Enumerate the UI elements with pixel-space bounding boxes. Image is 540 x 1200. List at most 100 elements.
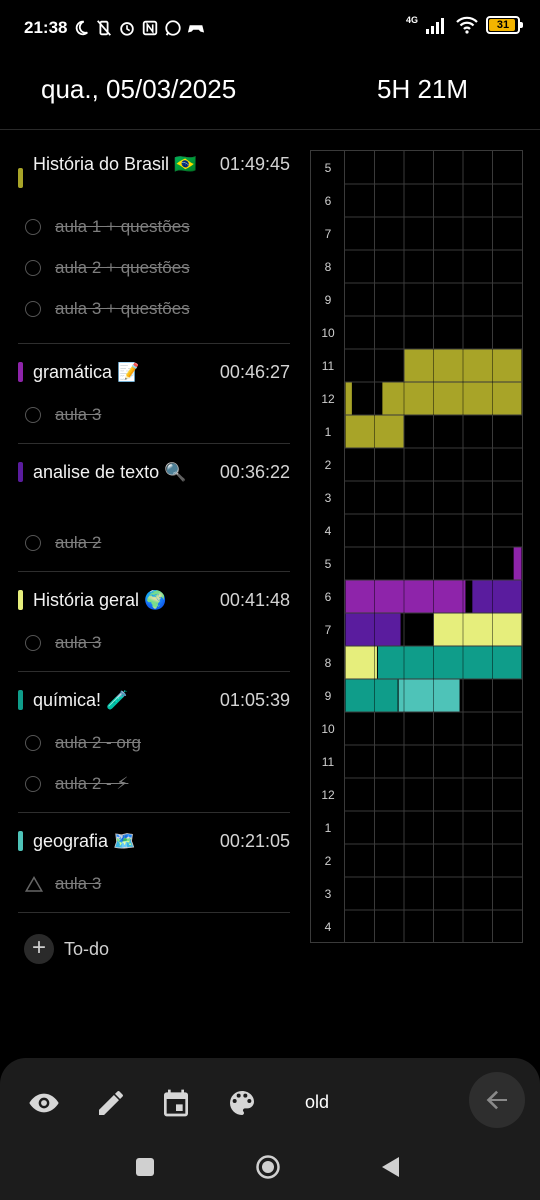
battery-icon: 31 bbox=[486, 16, 523, 34]
study-block[interactable] bbox=[345, 580, 466, 613]
hour-label: 5 bbox=[324, 161, 332, 175]
checkbox-circle-icon[interactable] bbox=[25, 534, 41, 551]
pencil-icon[interactable] bbox=[95, 1087, 127, 1119]
task-item[interactable]: aula 3 bbox=[18, 394, 290, 435]
plus-icon: + bbox=[24, 934, 54, 964]
hour-label: 1 bbox=[324, 821, 332, 835]
checkbox-circle-icon[interactable] bbox=[25, 634, 41, 651]
checkbox-circle-icon[interactable] bbox=[25, 218, 41, 235]
todo-label: To-do bbox=[64, 938, 110, 959]
hour-label: 11 bbox=[321, 359, 335, 373]
subject-geografia[interactable]: geografia 🗺️ 00:21:05 aula 3 bbox=[18, 813, 290, 913]
subject-color-bar bbox=[18, 462, 23, 482]
subject-historia-do-brasil[interactable]: História do Brasil 🇧🇷 01:49:45 aula 1 + … bbox=[18, 150, 290, 344]
mute-vibrate-icon bbox=[97, 20, 111, 36]
subject-name: química! 🧪 bbox=[33, 690, 129, 710]
hour-label: 8 bbox=[324, 260, 332, 274]
subject-name: geografia 🗺️ bbox=[33, 831, 136, 851]
subject-historia-geral[interactable]: História geral 🌍 00:41:48 aula 3 bbox=[18, 572, 290, 672]
study-block[interactable] bbox=[345, 382, 352, 415]
study-block[interactable] bbox=[398, 679, 460, 712]
hour-label: 9 bbox=[324, 293, 332, 307]
date-title[interactable]: qua., 05/03/2025 bbox=[41, 74, 236, 105]
eye-icon[interactable] bbox=[28, 1087, 60, 1119]
network-type: 4G bbox=[405, 15, 418, 25]
old-view-button[interactable]: old bbox=[305, 1092, 329, 1113]
subject-time: 00:36:22 bbox=[219, 462, 290, 482]
hour-label: 7 bbox=[324, 227, 332, 241]
checkbox-circle-icon[interactable] bbox=[25, 734, 41, 751]
subject-time: 01:05:39 bbox=[219, 690, 290, 710]
study-block[interactable] bbox=[345, 613, 401, 646]
game-controller-icon bbox=[187, 25, 205, 33]
subject-analise-de-texto[interactable]: analise de texto 🔍 00:36:22 aula 2 bbox=[18, 444, 290, 572]
subject-time: 00:41:48 bbox=[219, 590, 290, 610]
hour-label: 9 bbox=[324, 689, 332, 703]
back-button[interactable] bbox=[469, 1072, 525, 1128]
bottom-toolbar: old bbox=[0, 1058, 540, 1148]
checkbox-circle-icon[interactable] bbox=[25, 775, 41, 792]
timeline-grid[interactable]: 5 6 7 8 9 10 11 12 1 2 3 4 5 6 7 8 9 10 11 12 1 2 3 4 bbox=[310, 150, 523, 943]
back-nav-icon[interactable] bbox=[378, 1154, 404, 1180]
task-item[interactable]: aula 2 - org bbox=[18, 722, 290, 763]
home-icon[interactable] bbox=[255, 1154, 281, 1180]
study-block[interactable] bbox=[382, 382, 522, 415]
alarm-icon bbox=[120, 22, 134, 36]
hour-label: 2 bbox=[324, 458, 332, 472]
subject-name: analise de texto 🔍 bbox=[33, 462, 187, 482]
day-header: qua., 05/03/2025 5H 21M bbox=[0, 60, 540, 130]
checkbox-circle-icon[interactable] bbox=[25, 406, 41, 423]
hour-label: 11 bbox=[321, 755, 335, 769]
task-label: aula 2 bbox=[55, 532, 102, 552]
task-label: aula 1 + questões bbox=[55, 216, 190, 236]
task-item[interactable]: aula 3 bbox=[18, 863, 290, 904]
calendar-icon[interactable] bbox=[160, 1087, 192, 1119]
subject-list: História do Brasil 🇧🇷 01:49:45 aula 1 + … bbox=[18, 150, 290, 913]
task-label: aula 3 bbox=[55, 873, 102, 893]
checkbox-circle-icon[interactable] bbox=[25, 259, 41, 276]
timeline-blocks[interactable] bbox=[345, 151, 522, 942]
hour-label: 2 bbox=[324, 854, 332, 868]
study-block[interactable] bbox=[513, 547, 522, 580]
study-block[interactable] bbox=[434, 613, 522, 646]
study-block[interactable] bbox=[377, 646, 522, 679]
nfc-icon bbox=[142, 20, 158, 36]
study-block[interactable] bbox=[472, 580, 522, 613]
hour-label: 8 bbox=[324, 656, 332, 670]
study-block[interactable] bbox=[345, 646, 377, 679]
subject-name: História geral 🌍 bbox=[33, 590, 167, 610]
subject-color-bar bbox=[18, 831, 23, 851]
hour-labels: 5 6 7 8 9 10 11 12 1 2 3 4 5 6 7 8 9 10 11 12 1 2 3 4 bbox=[311, 151, 345, 942]
task-item[interactable]: aula 2 bbox=[18, 522, 290, 563]
subject-name: gramática 📝 bbox=[33, 362, 140, 382]
recents-icon[interactable] bbox=[132, 1154, 158, 1180]
hour-label: 3 bbox=[324, 491, 332, 505]
hour-label: 6 bbox=[324, 590, 332, 604]
study-block[interactable] bbox=[345, 679, 398, 712]
status-bar: 21:38 4G 31 bbox=[0, 0, 540, 60]
hour-label: 5 bbox=[324, 557, 332, 571]
hour-label: 3 bbox=[324, 887, 332, 901]
task-item[interactable]: aula 1 + questões bbox=[18, 206, 290, 247]
subject-color-bar bbox=[18, 690, 23, 710]
task-item[interactable]: aula 3 bbox=[18, 622, 290, 663]
hour-label: 7 bbox=[324, 623, 332, 637]
add-todo-button[interactable]: + To-do bbox=[24, 934, 109, 964]
checkbox-circle-icon[interactable] bbox=[25, 300, 41, 317]
task-item[interactable]: aula 2 - ⚡ bbox=[18, 763, 290, 804]
status-right: 4G 31 bbox=[405, 15, 523, 34]
task-item[interactable]: aula 2 + questões bbox=[18, 247, 290, 288]
hour-label: 10 bbox=[321, 722, 335, 736]
hour-label: 12 bbox=[321, 392, 335, 406]
task-item[interactable]: aula 3 + questões bbox=[18, 288, 290, 329]
task-label: aula 3 bbox=[55, 632, 102, 652]
palette-icon[interactable] bbox=[226, 1087, 258, 1119]
subject-quimica[interactable]: química! 🧪 01:05:39 aula 2 - org aula 2 … bbox=[18, 672, 290, 813]
battery-level: 31 bbox=[496, 19, 510, 31]
arrow-back-icon bbox=[486, 1090, 507, 1110]
subject-gramatica[interactable]: gramática 📝 00:46:27 aula 3 bbox=[18, 344, 290, 444]
total-study-time: 5H 21M bbox=[377, 74, 469, 104]
status-time: 21:38 bbox=[24, 18, 68, 37]
warning-triangle-icon[interactable] bbox=[25, 875, 43, 892]
subject-color-bar bbox=[18, 168, 23, 188]
